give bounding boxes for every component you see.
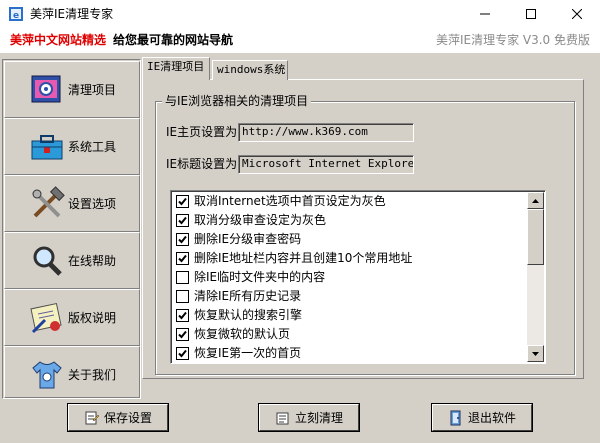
close-button[interactable] xyxy=(554,0,600,27)
maximize-icon xyxy=(526,8,536,19)
clean-now-label: 立刻清理 xyxy=(294,411,343,425)
checkbox[interactable] xyxy=(176,289,189,303)
checkmark-icon xyxy=(178,197,187,205)
cleanup-item-label: 恢复默认的搜索引擎 xyxy=(194,308,303,322)
toolbox-icon xyxy=(31,135,63,160)
arrow-down-icon xyxy=(532,351,539,356)
maximize-button[interactable] xyxy=(508,0,554,27)
main-content: 清理项目 系统工具 设置选项 在线帮助 版权说明 关于我们 IE清理项目 win… xyxy=(0,53,600,443)
checkbox[interactable] xyxy=(176,270,189,284)
homepage-field[interactable]: http://www.k369.com xyxy=(238,123,414,142)
cleanup-item-label: 取消分级审查设定为灰色 xyxy=(194,213,327,227)
checkmark-icon xyxy=(178,254,187,262)
window-title: 美萍IE清理专家 xyxy=(30,7,114,21)
list-scrollbar[interactable] xyxy=(527,192,544,362)
sidebar-item-cleanup[interactable]: 清理项目 xyxy=(4,61,140,118)
cleanup-item-label: 恢复IE第一次的首页 xyxy=(194,346,302,360)
cleanup-item-row[interactable]: 恢复微软的默认页 xyxy=(176,326,290,342)
exit-icon xyxy=(450,410,461,425)
minimize-icon xyxy=(480,13,490,14)
cleanup-item-list[interactable]: 取消Internet选项中首页设定为灰色 取消分级审查设定为灰色 删除IE分级审查密… xyxy=(170,190,546,364)
cleanup-item-row[interactable]: 取消Internet选项中首页设定为灰色 xyxy=(176,193,386,209)
sidebar-item-copyright[interactable]: 版权说明 xyxy=(4,289,140,346)
checkbox[interactable] xyxy=(176,327,189,341)
sidebar: 清理项目 系统工具 设置选项 在线帮助 版权说明 关于我们 xyxy=(2,59,141,399)
checkbox[interactable] xyxy=(176,213,189,227)
checkmark-icon xyxy=(178,311,187,319)
checkmark-icon xyxy=(178,349,187,357)
cleanup-item-row[interactable]: 删除IE分级审查密码 xyxy=(176,231,301,247)
sidebar-item-label: 版权说明 xyxy=(68,311,117,325)
titlebar-label: IE标题设置为 xyxy=(166,157,238,171)
tshirt-icon xyxy=(32,361,62,389)
cleanup-item-label: 清除IE所有历史记录 xyxy=(194,289,302,303)
sidebar-item-about[interactable]: 关于我们 xyxy=(4,346,140,398)
save-settings-label: 保存设置 xyxy=(103,411,152,425)
brand-link[interactable]: 美萍中文网站精选 xyxy=(10,32,106,48)
cleanup-item-row[interactable]: 取消分级审查设定为灰色 xyxy=(176,212,326,228)
checkbox[interactable] xyxy=(176,308,189,322)
cleanup-item-label: 除IE临时文件夹中的内容 xyxy=(194,270,326,284)
sidebar-item-label: 设置选项 xyxy=(68,197,117,211)
version-label: 美萍IE清理专家 V3.0 免费版 xyxy=(435,33,590,47)
checkbox[interactable] xyxy=(176,194,189,208)
titlebar-field[interactable]: Microsoft Internet Explorer xyxy=(238,155,414,174)
title-bar: e 美萍IE清理专家 xyxy=(0,0,600,27)
sidebar-item-label: 清理项目 xyxy=(68,83,117,97)
sidebar-item-system-tools[interactable]: 系统工具 xyxy=(4,118,140,175)
app-icon: e xyxy=(9,7,23,21)
checkbox[interactable] xyxy=(176,232,189,246)
save-icon xyxy=(85,411,100,424)
checkbox[interactable] xyxy=(176,251,189,265)
checkmark-icon xyxy=(178,216,187,224)
certificate-icon xyxy=(30,302,62,334)
cleanup-item-row[interactable]: 删除IE地址栏内容并且创建10个常用地址 xyxy=(176,250,412,266)
cleanup-item-row[interactable]: 恢复默认的搜索引擎 xyxy=(176,307,302,323)
cleanup-item-row[interactable]: 清除IE所有历史记录 xyxy=(176,288,301,304)
tab-windows-system[interactable]: windows系统 xyxy=(212,60,288,80)
magnifier-icon xyxy=(33,246,62,276)
clean-now-button[interactable]: 立刻清理 xyxy=(259,404,359,431)
group-title: 与IE浏览器相关的清理项目 xyxy=(162,94,312,108)
cleanup-item-label: 取消Internet选项中首页设定为灰色 xyxy=(194,194,386,208)
exit-label: 退出软件 xyxy=(467,411,516,425)
tagline: 给您最可靠的网站导航 xyxy=(113,33,234,47)
sidebar-item-label: 系统工具 xyxy=(68,140,117,154)
banner: 美萍中文网站精选 给您最可靠的网站导航 美萍IE清理专家 V3.0 免费版 xyxy=(0,27,600,53)
checkbox[interactable] xyxy=(176,346,189,360)
tab-ie-cleanup[interactable]: IE清理项目 xyxy=(142,57,210,80)
cleanup-item-label: 删除IE分级审查密码 xyxy=(194,232,302,246)
cleanup-item-label: 删除IE地址栏内容并且创建10个常用地址 xyxy=(194,251,413,265)
homepage-label: IE主页设置为 xyxy=(166,125,238,139)
clean-icon xyxy=(276,412,289,424)
cleanup-item-row[interactable]: 除IE临时文件夹中的内容 xyxy=(176,269,325,285)
minimize-button[interactable] xyxy=(462,0,508,27)
scroll-thumb[interactable] xyxy=(527,209,544,265)
wrench-hammer-icon xyxy=(32,186,65,218)
scroll-up-button[interactable] xyxy=(527,192,544,209)
cleanup-item-label: 恢复微软的默认页 xyxy=(194,327,291,341)
sidebar-item-help[interactable]: 在线帮助 xyxy=(4,232,140,289)
sidebar-item-label: 关于我们 xyxy=(68,368,117,382)
exit-button[interactable]: 退出软件 xyxy=(432,404,532,431)
close-icon xyxy=(572,8,582,19)
ie-cleanup-icon xyxy=(31,75,61,103)
svg-text:e: e xyxy=(13,11,19,21)
checkmark-icon xyxy=(178,330,187,338)
scroll-down-button[interactable] xyxy=(527,345,544,362)
checkmark-icon xyxy=(178,235,187,243)
save-settings-button[interactable]: 保存设置 xyxy=(68,404,168,431)
sidebar-item-label: 在线帮助 xyxy=(68,254,117,268)
arrow-up-icon xyxy=(532,198,539,203)
cleanup-item-row[interactable]: 恢复IE第一次的首页 xyxy=(176,345,301,361)
sidebar-item-settings[interactable]: 设置选项 xyxy=(4,175,140,232)
